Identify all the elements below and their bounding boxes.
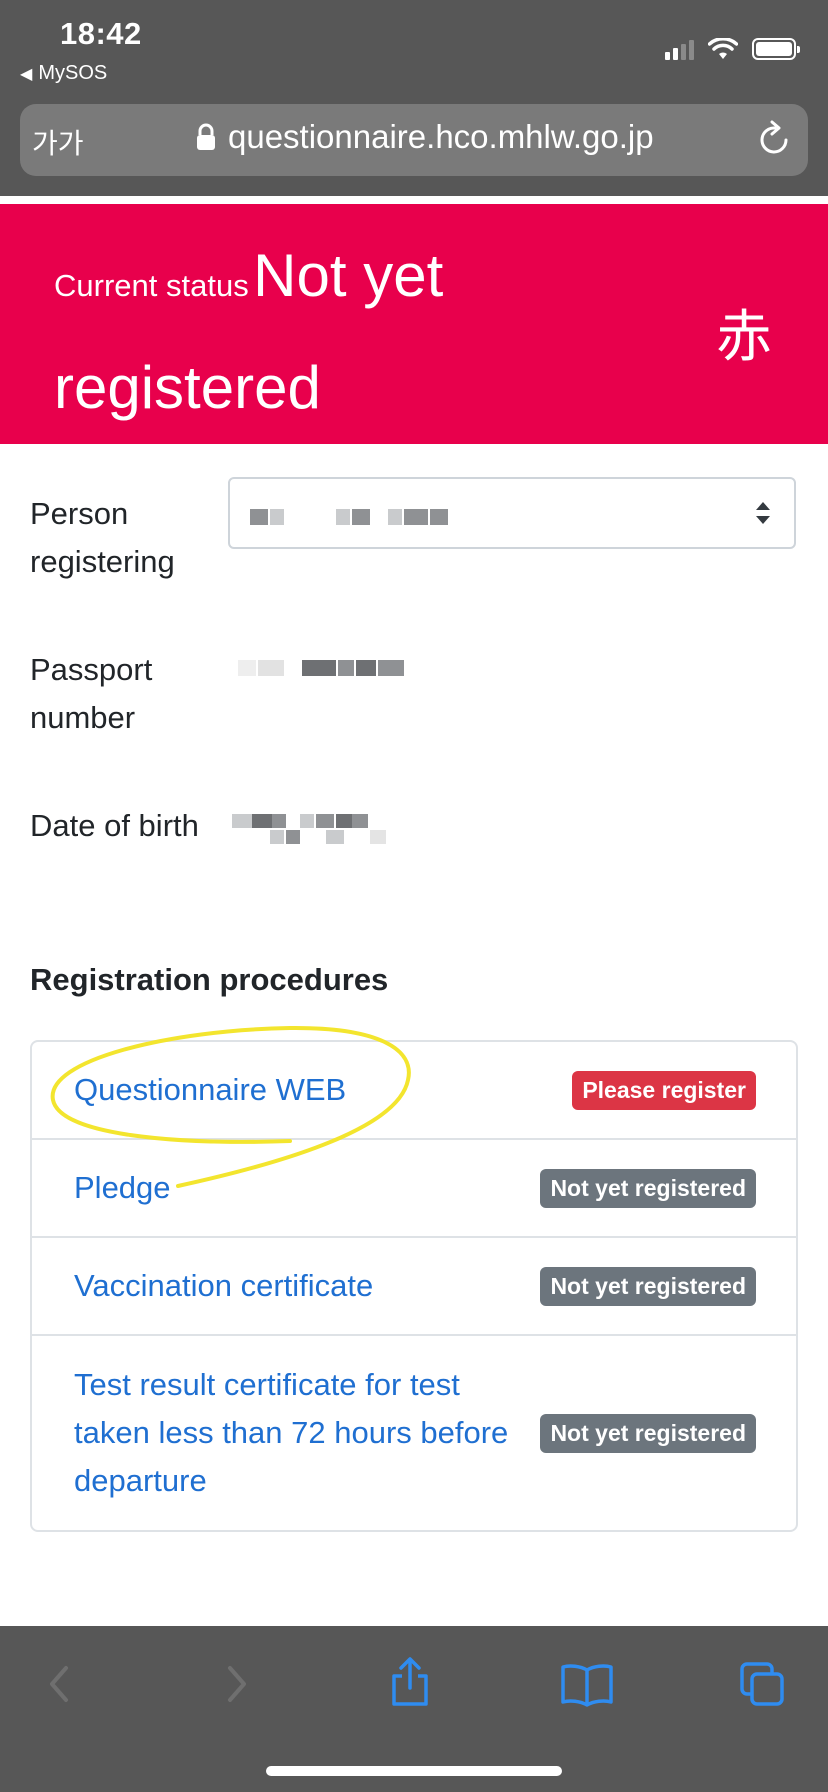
status-bar: 18:42 ◀ MySOS [0,0,828,100]
back-arrow-icon: ◀ [20,65,33,83]
pledge-link[interactable]: Pledge [74,1164,514,1212]
url-field[interactable]: 가가 questionnaire.hco.mhlw.go.jp [20,104,808,176]
lock-icon [197,123,215,150]
back-app-label: MySOS [38,62,108,84]
share-icon[interactable] [388,1656,432,1708]
procedures-list: Questionnaire WEB Please register Pledge… [30,1040,798,1532]
vaccination-certificate-link[interactable]: Vaccination certificate [74,1262,514,1310]
questionnaire-web-link[interactable]: Questionnaire WEB [74,1066,514,1114]
test-result-certificate-link[interactable]: Test result certificate for test taken l… [74,1361,514,1505]
registration-procedures-title: Registration procedures [30,962,389,997]
status-indicator: 赤 [716,305,772,368]
reload-icon[interactable] [758,120,792,158]
battery-icon [752,38,800,60]
forward-icon[interactable] [218,1660,254,1708]
wifi-icon [708,38,738,59]
status-badge-please-register: Please register [572,1070,756,1110]
browser-address-bar: 가가 questionnaire.hco.mhlw.go.jp [0,100,828,196]
status-label: Current status [54,268,249,303]
reader-options-button[interactable]: 가가 [32,122,84,162]
clock: 18:42 [60,16,142,51]
back-to-app-link[interactable]: ◀ MySOS [20,62,107,85]
status-badge: Not yet registered [540,1413,756,1453]
status-badge: Not yet registered [540,1266,756,1306]
procedure-item-test-result[interactable]: Test result certificate for test taken l… [32,1336,796,1530]
status-banner: Current status Not yet registered 赤 [0,204,828,444]
passport-number-label: Passport number [30,652,153,735]
system-icons [665,38,800,60]
status-badge: Not yet registered [540,1168,756,1208]
home-indicator [266,1766,562,1776]
bookmarks-icon[interactable] [560,1660,614,1708]
select-arrows-icon [756,502,770,524]
procedure-item-questionnaire[interactable]: Questionnaire WEB Please register [32,1042,796,1140]
date-of-birth-label: Date of birth [30,808,199,843]
procedure-item-vaccination[interactable]: Vaccination certificate Not yet register… [32,1238,796,1336]
back-icon[interactable] [42,1660,78,1708]
tabs-icon[interactable] [738,1660,786,1708]
url-text: questionnaire.hco.mhlw.go.jp [228,118,654,155]
person-registering-label: Person registering [30,496,175,579]
signal-icon [665,38,694,60]
procedure-item-pledge[interactable]: Pledge Not yet registered [32,1140,796,1238]
person-registering-select[interactable] [228,477,796,549]
